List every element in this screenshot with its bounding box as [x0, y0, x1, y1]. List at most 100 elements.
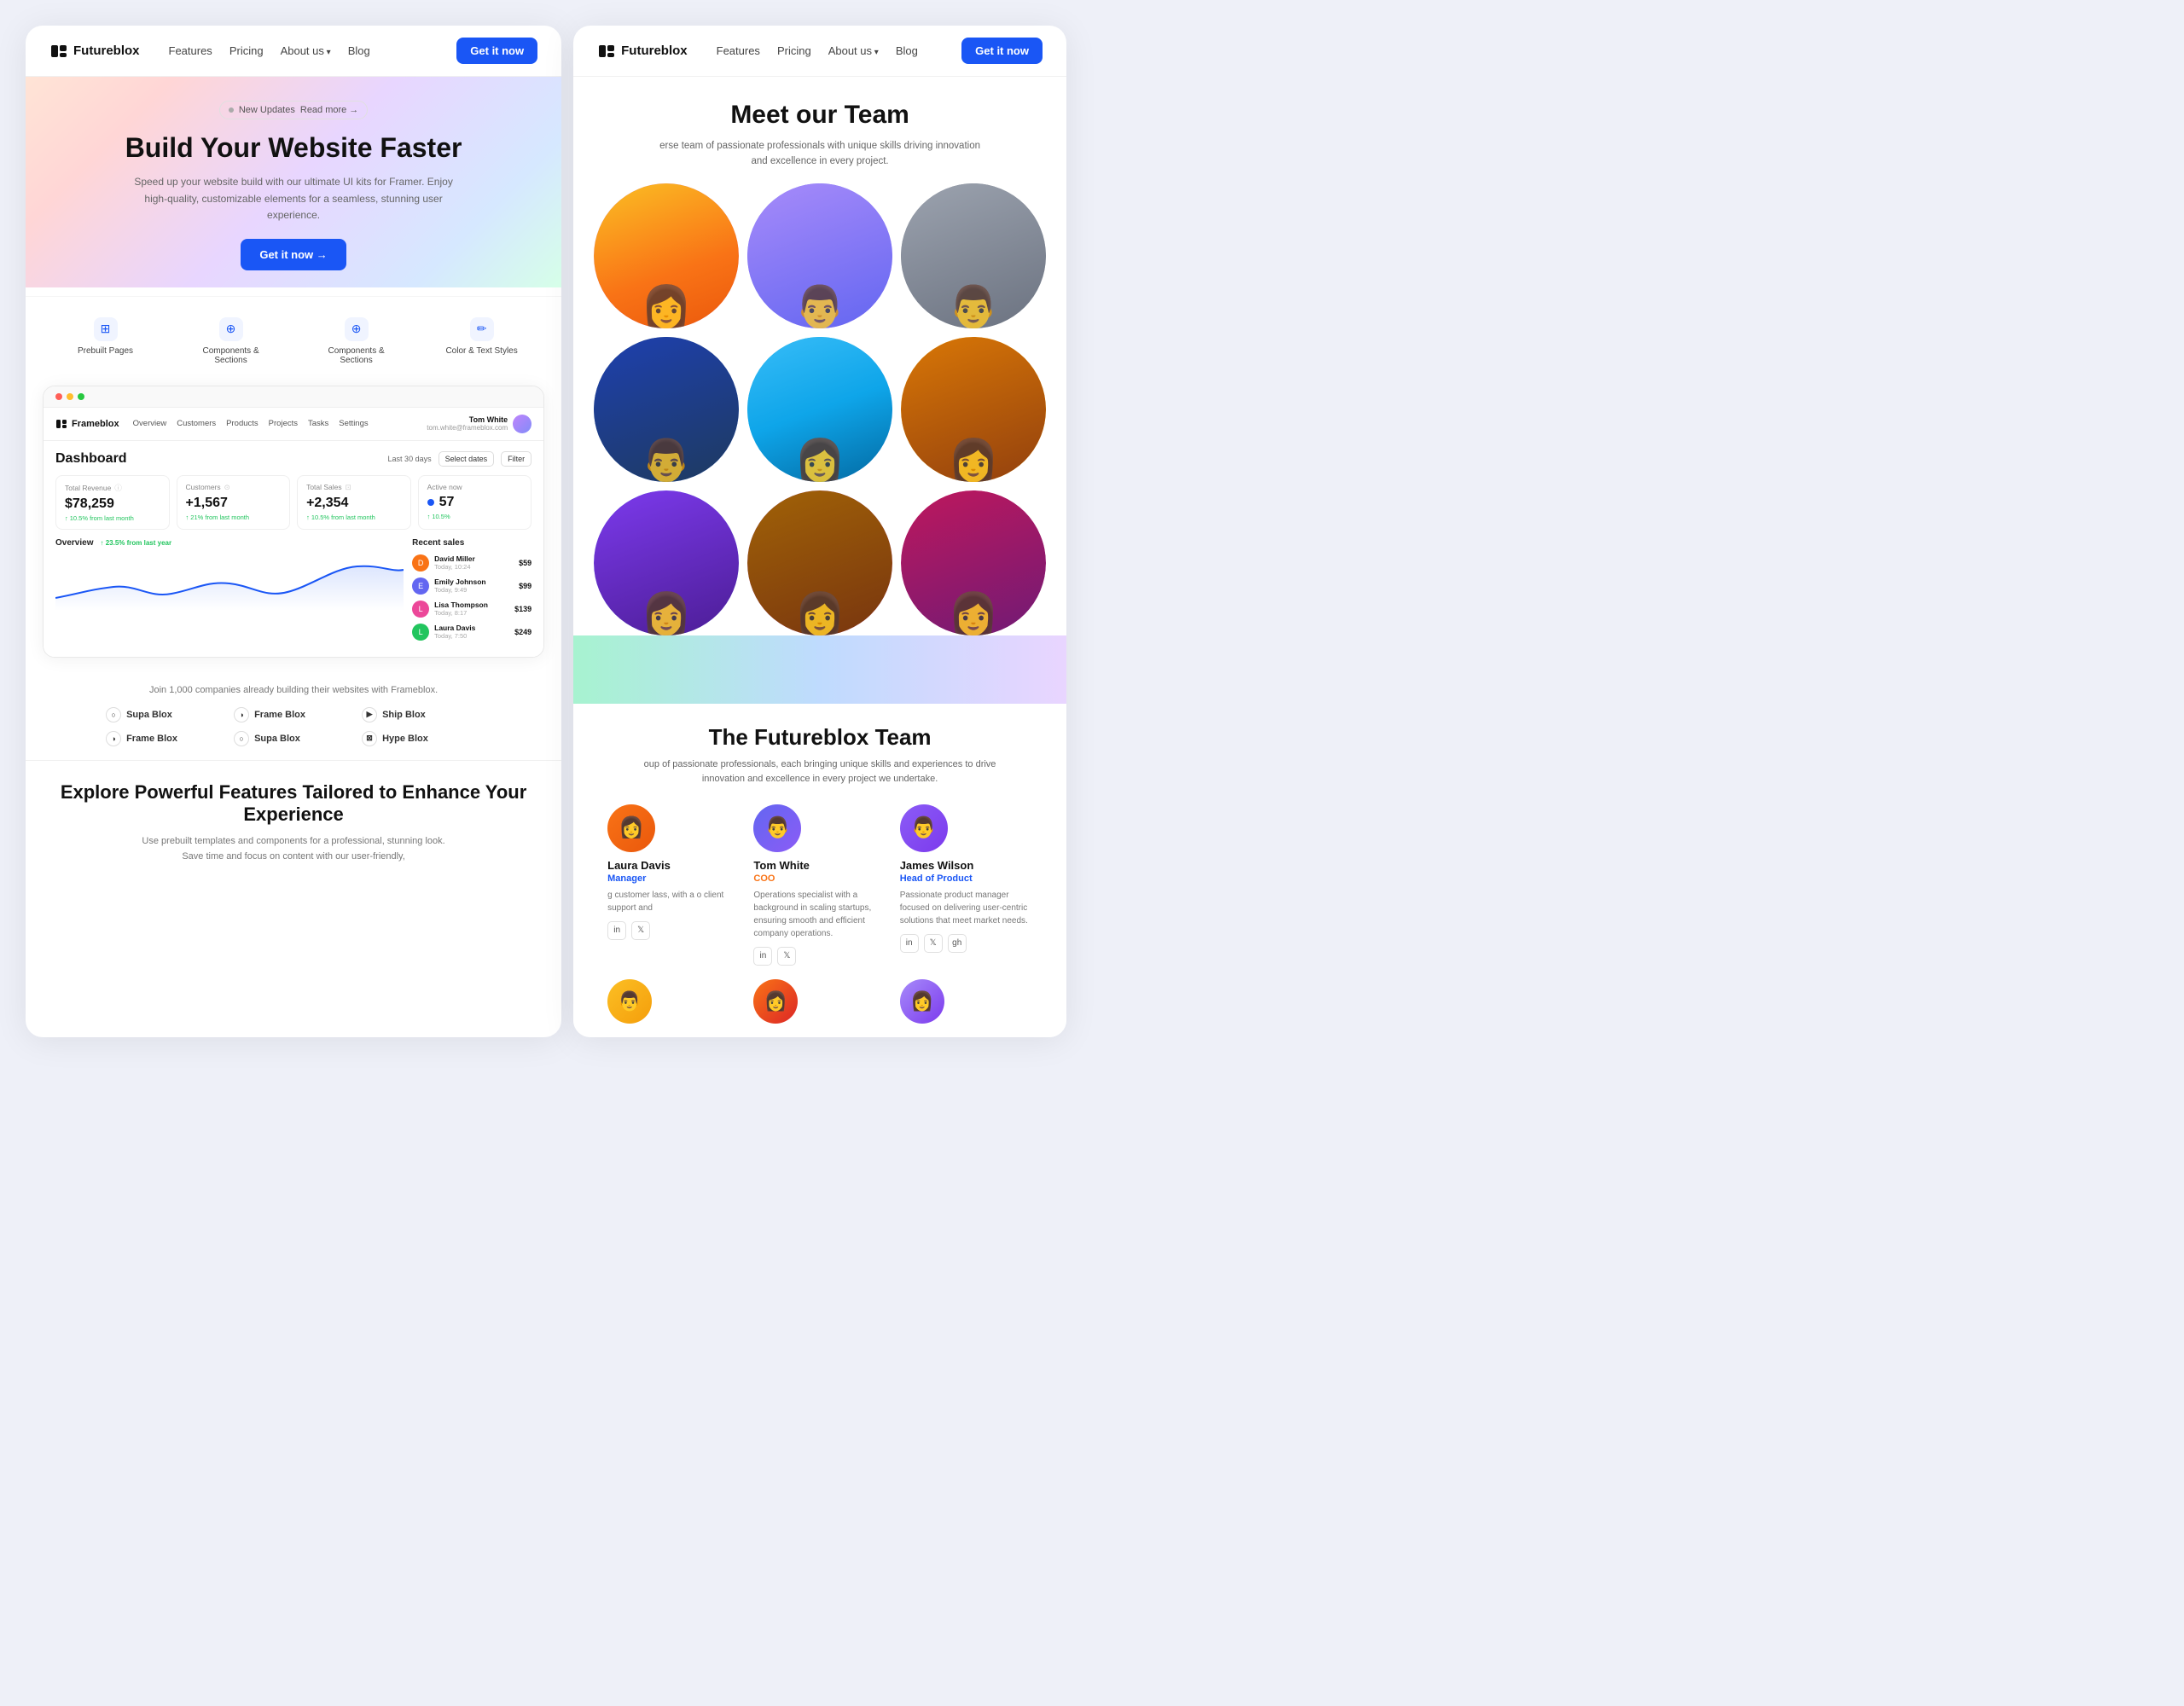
explore-section: Explore Powerful Features Tailored to En… [26, 761, 561, 881]
right-brand: Futureblox [597, 42, 688, 61]
social-linkedin-2[interactable]: in [900, 934, 919, 953]
dash-projects[interactable]: Projects [269, 419, 298, 428]
stat-revenue-label: Total Revenue ⓘ [65, 483, 160, 493]
features-row: ⊞ Prebuilt Pages ⊕ Components & Sections… [26, 296, 561, 379]
sale-date-2: Today, 8:17 [434, 609, 488, 617]
chart-svg [55, 551, 404, 611]
stat-active: Active now 57 ↑ 10.5% [418, 475, 532, 530]
stat-customers-value: +1,567 [186, 496, 282, 511]
dashboard-nav: Frameblox Overview Customers Products Pr… [44, 408, 543, 441]
sale-name-1: Emily Johnson [434, 577, 485, 586]
member-bio-1: Operations specialist with a background … [753, 889, 886, 940]
hero-title: Build Your Website Faster [60, 131, 527, 164]
team-photos-section: 👩 👨 👨 👨 [573, 183, 1066, 635]
stat-revenue: Total Revenue ⓘ $78,259 ↑ 10.5% from las… [55, 475, 170, 530]
stat-active-label: Active now [427, 483, 523, 491]
dash-products[interactable]: Products [226, 419, 258, 428]
nav-blog[interactable]: Blog [348, 44, 370, 57]
stat-customers-label: Customers ⊙ [186, 483, 282, 492]
nav-pricing[interactable]: Pricing [229, 44, 264, 57]
dash-settings[interactable]: Settings [339, 419, 368, 428]
team-photo-3: 👨 [901, 183, 1046, 328]
logo-icon-5: ⊠ [362, 731, 377, 746]
right-nav-blog[interactable]: Blog [896, 44, 918, 57]
sale-avatar-1: E [412, 577, 429, 595]
dashboard-recent-sales: Recent sales D David Miller Today, 10:24… [412, 538, 531, 647]
dashboard-dates-btn[interactable]: Select dates [439, 451, 495, 467]
right-hero-subtitle: erse team of passionate professionals wi… [658, 138, 982, 170]
stat-revenue-value: $78,259 [65, 496, 160, 512]
sale-amount-3: $249 [514, 628, 531, 636]
social-twitter-0[interactable]: 𝕏 [631, 921, 650, 940]
badge-link[interactable]: Read more → [300, 105, 358, 115]
sale-amount-1: $99 [519, 582, 531, 590]
team-photo-2: 👨 [747, 183, 892, 328]
right-nav-links: Features Pricing About us Blog [717, 44, 942, 57]
sale-name-3: Laura Davis [434, 624, 475, 632]
sale-row-1: E Emily Johnson Today, 9:49 $99 [412, 577, 531, 595]
left-brand: Futureblox [49, 42, 140, 61]
nav-features[interactable]: Features [169, 44, 212, 57]
logo-icon-3: ◑ [106, 731, 121, 746]
right-nav-about[interactable]: About us [828, 44, 879, 57]
hero-section: New Updates Read more → Build Your Websi… [26, 77, 561, 287]
team-member-2: 👨 James Wilson Head of Product Passionat… [900, 804, 1032, 966]
social-twitter-1[interactable]: 𝕏 [777, 947, 796, 966]
feature-label-0: Prebuilt Pages [78, 346, 133, 356]
join-section: Join 1,000 companies already building th… [26, 671, 561, 760]
member-bio-0: g customer lass, with a o client support… [607, 889, 740, 914]
dash-tasks[interactable]: Tasks [308, 419, 328, 428]
hero-badge: New Updates Read more → [219, 101, 368, 119]
team-photo-7: 👩 [594, 490, 739, 635]
nav-about[interactable]: About us [281, 44, 331, 57]
more-member-1: 👩 [753, 979, 886, 1024]
sale-avatar-3: L [412, 624, 429, 641]
social-twitter-2[interactable]: 𝕏 [924, 934, 943, 953]
logo-icon-2: ▶ [362, 707, 377, 722]
sale-info-1: Emily Johnson Today, 9:49 [434, 577, 485, 594]
member-socials-1: in 𝕏 [753, 947, 886, 966]
stat-sales-change: ↑ 10.5% from last month [306, 514, 402, 521]
explore-subtitle: Use prebuilt templates and components fo… [131, 834, 456, 864]
dashboard-user: Tom White tom.white@frameblox.com [427, 415, 531, 433]
member-name-1: Tom White [753, 859, 886, 872]
logo-4: ○ Supa Blox [234, 731, 353, 746]
more-avatar-2: 👩 [900, 979, 944, 1024]
logo-0: ○ Supa Blox [106, 707, 225, 722]
right-navbar: Futureblox Features Pricing About us Blo… [573, 26, 1066, 77]
sale-amount-2: $139 [514, 605, 531, 613]
dashboard-filter-btn[interactable]: Filter [501, 451, 531, 467]
right-hero-title: Meet our Team [607, 101, 1032, 130]
social-linkedin-0[interactable]: in [607, 921, 626, 940]
feature-components-2: ⊕ Components & Sections [293, 310, 419, 372]
right-nav-features[interactable]: Features [717, 44, 760, 57]
more-member-0: 👨 [607, 979, 740, 1024]
right-nav-pricing[interactable]: Pricing [777, 44, 811, 57]
team-photo-6: 👩 [901, 337, 1046, 482]
logo-3: ◑ Frame Blox [106, 731, 225, 746]
chart-trend: ↑ 23.5% from last year [100, 539, 171, 547]
social-github-2[interactable]: gh [948, 934, 967, 953]
social-linkedin-1[interactable]: in [753, 947, 772, 966]
feature-label-3: Color & Text Styles [445, 346, 517, 356]
logo-icon-0: ○ [106, 707, 121, 722]
member-avatar-0: 👩 [607, 804, 655, 852]
explore-title: Explore Powerful Features Tailored to En… [60, 781, 527, 826]
dashboard-header-row: Dashboard Last 30 days Select dates Filt… [55, 451, 531, 467]
dash-overview[interactable]: Overview [133, 419, 167, 428]
left-cta-button[interactable]: Get it now [456, 38, 537, 64]
hero-cta-button[interactable]: Get it now → [241, 239, 346, 270]
left-navbar: Futureblox Features Pricing About us Blo… [26, 26, 561, 77]
dash-customers[interactable]: Customers [177, 419, 216, 428]
sale-info-3: Laura Davis Today, 7:50 [434, 624, 475, 640]
more-team-row: 👨 👩 👩 [607, 979, 1032, 1024]
stat-customers: Customers ⊙ +1,567 ↑ 21% from last month [177, 475, 291, 530]
team-photos-grid: 👩 👨 👨 👨 [594, 183, 1046, 635]
more-member-2: 👩 [900, 979, 1032, 1024]
right-cta-button[interactable]: Get it now [961, 38, 1043, 64]
feature-label-1: Components & Sections [185, 346, 276, 365]
sale-name-2: Lisa Thompson [434, 601, 488, 609]
team-photo-4: 👨 [594, 337, 739, 482]
chart-title: Overview ↑ 23.5% from last year [55, 538, 404, 548]
dash-user-email: tom.white@frameblox.com [427, 424, 508, 432]
